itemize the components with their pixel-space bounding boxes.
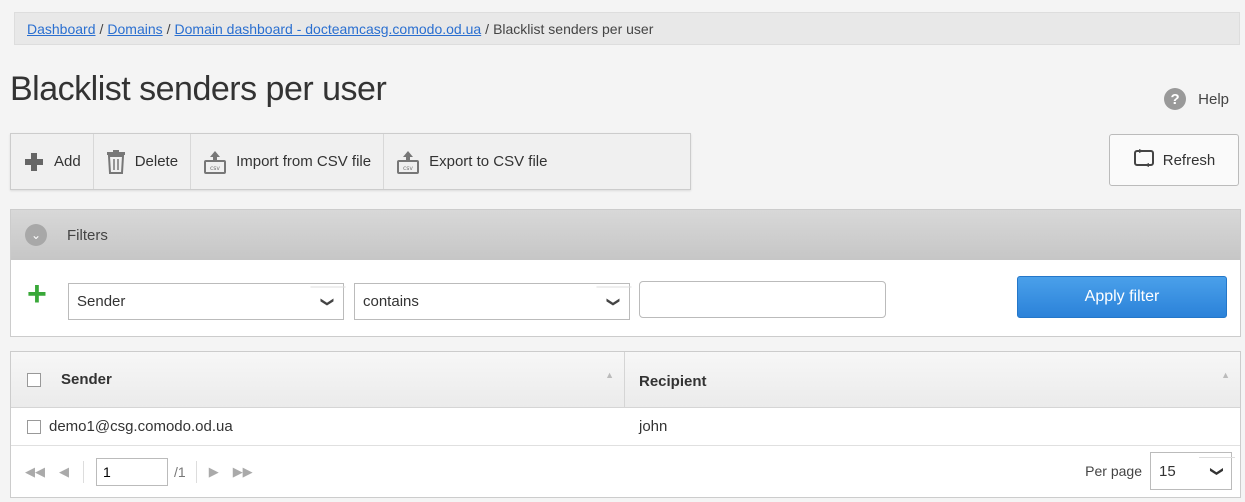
page-total: /1 (174, 463, 186, 480)
filters-panel: ⌄ Filters + Sender ❯ contains ❯ Apply fi… (10, 209, 1241, 337)
breadcrumb-domain-dashboard-link[interactable]: Domain dashboard - docteamcasg.comodo.od… (175, 21, 482, 37)
first-page-icon[interactable]: ◀◀ (25, 464, 45, 480)
breadcrumb-separator: / (166, 20, 171, 37)
per-page-control: Per page 15 ❯ (1085, 452, 1235, 490)
divider (195, 460, 197, 483)
filter-operator-value: contains (363, 293, 419, 310)
row-checkbox[interactable] (27, 419, 41, 434)
column-sender-label: Sender (61, 371, 112, 388)
chevron-down-icon: ⌄ (25, 224, 47, 246)
breadcrumb-current: Blacklist senders per user (493, 20, 654, 37)
sender-cell: demo1@csg.comodo.od.ua (11, 418, 625, 435)
csv-export-icon: csv (396, 150, 420, 174)
chevron-down-icon: ❯ (596, 286, 632, 317)
filters-toggle[interactable]: ⌄ Filters (11, 210, 1240, 260)
filters-title: Filters (67, 226, 108, 244)
trash-icon (106, 149, 126, 174)
table-row[interactable]: demo1@csg.comodo.od.ua john (11, 408, 1240, 446)
add-label: Add (54, 153, 81, 170)
add-filter-icon[interactable]: + (27, 277, 47, 311)
recipient-cell: john (639, 418, 668, 435)
filter-row: + Sender ❯ contains ❯ Apply filter (11, 260, 1240, 338)
export-label: Export to CSV file (429, 153, 548, 170)
help-label: Help (1198, 90, 1229, 108)
svg-text:csv: csv (210, 165, 220, 172)
filter-value-input[interactable] (639, 281, 886, 318)
pagination-bar: ◀◀ ◀ /1 ▶ ▶▶ Per page 15 ❯ (11, 446, 1240, 497)
table-header: Sender ▲ Recipient ▲ (11, 352, 1240, 408)
help-link[interactable]: ? Help (1164, 88, 1229, 110)
refresh-label: Refresh (1162, 151, 1216, 169)
delete-button[interactable]: Delete (94, 134, 192, 189)
help-icon: ? (1164, 88, 1187, 110)
refresh-icon (1133, 147, 1155, 173)
chevron-down-icon: ❯ (1199, 457, 1235, 485)
column-header-sender[interactable]: Sender ▲ (11, 352, 625, 407)
breadcrumb-dashboard-link[interactable]: Dashboard (27, 21, 96, 37)
senders-table: Sender ▲ Recipient ▲ demo1@csg.comodo.od… (10, 351, 1241, 498)
per-page-label: Per page (1085, 463, 1142, 479)
column-recipient-label: Recipient (639, 373, 707, 390)
filter-operator-select[interactable]: contains ❯ (354, 283, 632, 320)
chevron-down-icon: ❯ (310, 286, 346, 317)
breadcrumb: Dashboard / Domains / Domain dashboard -… (14, 12, 1240, 45)
column-header-recipient[interactable]: Recipient ▲ (625, 352, 1240, 407)
add-button[interactable]: Add (11, 134, 94, 189)
csv-import-icon: csv (203, 150, 227, 174)
page-title: Blacklist senders per user (10, 70, 387, 108)
refresh-button[interactable]: Refresh (1109, 134, 1239, 186)
export-csv-button[interactable]: csv Export to CSV file (384, 134, 559, 189)
toolbar: Add Delete csv Import from CSV file csv … (10, 133, 691, 190)
last-page-icon[interactable]: ▶▶ (233, 464, 253, 480)
filter-field-value: Sender (77, 293, 126, 310)
select-all-checkbox[interactable] (27, 372, 41, 387)
breadcrumb-domains-link[interactable]: Domains (107, 21, 162, 37)
filter-field-select[interactable]: Sender ❯ (68, 283, 346, 320)
divider (83, 460, 84, 483)
import-csv-button[interactable]: csv Import from CSV file (191, 134, 385, 189)
plus-icon (23, 151, 45, 173)
sort-icon: ▲ (605, 370, 614, 380)
svg-text:csv: csv (403, 165, 413, 172)
import-label: Import from CSV file (236, 153, 372, 170)
per-page-value: 15 (1159, 462, 1176, 480)
sort-icon: ▲ (1221, 370, 1230, 380)
apply-filter-button[interactable]: Apply filter (1017, 276, 1227, 318)
sender-value: demo1@csg.comodo.od.ua (49, 418, 233, 435)
prev-page-icon[interactable]: ◀ (59, 464, 69, 480)
per-page-select[interactable]: 15 ❯ (1150, 452, 1235, 490)
delete-label: Delete (134, 153, 179, 170)
page-number-input[interactable] (96, 457, 168, 486)
breadcrumb-separator: / (485, 20, 490, 37)
next-page-icon[interactable]: ▶ (209, 464, 219, 480)
breadcrumb-separator: / (99, 20, 104, 37)
